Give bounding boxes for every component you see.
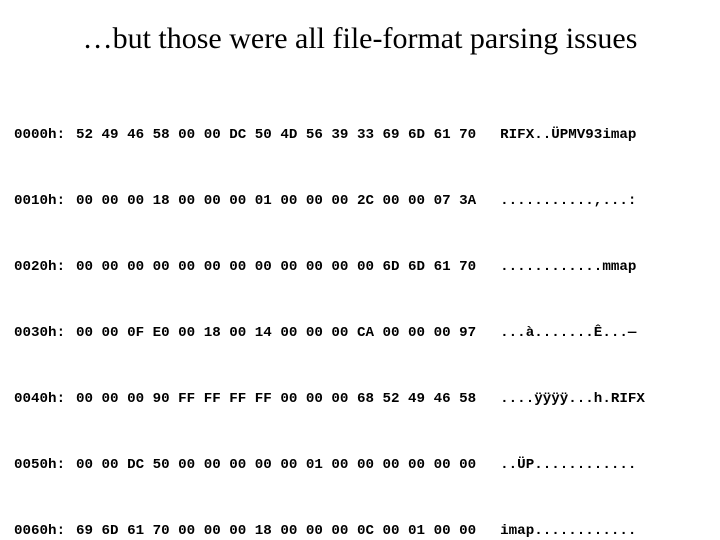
hex-gap (476, 520, 500, 540)
hex-offset: 0060h: (14, 520, 76, 540)
hex-row: 0030h: 00 00 0F E0 00 18 00 14 00 00 00 … (14, 322, 706, 344)
hex-bytes: 00 00 0F E0 00 18 00 14 00 00 00 CA 00 0… (76, 322, 476, 344)
hex-ascii: ..ÜP............ (500, 454, 706, 476)
hex-gap (476, 190, 500, 212)
hex-gap (476, 256, 500, 278)
hex-gap (476, 322, 500, 344)
hex-ascii: RIFX..ÜPMV93imap (500, 124, 706, 146)
hex-offset: 0030h: (14, 322, 76, 344)
hex-gap (476, 454, 500, 476)
hex-offset: 0050h: (14, 454, 76, 476)
slide-title: …but those were all file-format parsing … (0, 0, 720, 70)
hex-bytes: 00 00 00 18 00 00 00 01 00 00 00 2C 00 0… (76, 190, 476, 212)
hex-ascii: ...........,...: (500, 190, 706, 212)
hex-offset: 0040h: (14, 388, 76, 410)
hex-row: 0050h: 00 00 DC 50 00 00 00 00 00 01 00 … (14, 454, 706, 476)
hex-row: 0040h: 00 00 00 90 FF FF FF FF 00 00 00 … (14, 388, 706, 410)
hex-offset: 0010h: (14, 190, 76, 212)
hex-bytes: 00 00 DC 50 00 00 00 00 00 01 00 00 00 0… (76, 454, 476, 476)
hex-bytes: 00 00 00 90 FF FF FF FF 00 00 00 68 52 4… (76, 388, 476, 410)
hex-ascii: ............mmap (500, 256, 706, 278)
hex-bytes: 00 00 00 00 00 00 00 00 00 00 00 00 6D 6… (76, 256, 476, 278)
hex-offset: 0000h: (14, 124, 76, 146)
hex-offset: 0020h: (14, 256, 76, 278)
hex-bytes: 52 49 46 58 00 00 DC 50 4D 56 39 33 69 6… (76, 124, 476, 146)
hex-gap (476, 388, 500, 410)
hex-dump: 0000h: 52 49 46 58 00 00 DC 50 4D 56 39 … (0, 70, 720, 540)
hex-row: 0010h: 00 00 00 18 00 00 00 01 00 00 00 … (14, 190, 706, 212)
hex-row: 0060h: 69 6D 61 70 00 00 00 18 00 00 00 … (14, 520, 706, 540)
hex-bytes: 69 6D 61 70 00 00 00 18 00 00 00 0C 00 0… (76, 520, 476, 540)
hex-row: 0020h: 00 00 00 00 00 00 00 00 00 00 00 … (14, 256, 706, 278)
hex-gap (476, 124, 500, 146)
hex-ascii: ....ÿÿÿÿ...h.RIFX (500, 388, 706, 410)
hex-row: 0000h: 52 49 46 58 00 00 DC 50 4D 56 39 … (14, 124, 706, 146)
hex-ascii: ...à.......Ê...— (500, 322, 706, 344)
hex-ascii: imap............ (500, 520, 706, 540)
